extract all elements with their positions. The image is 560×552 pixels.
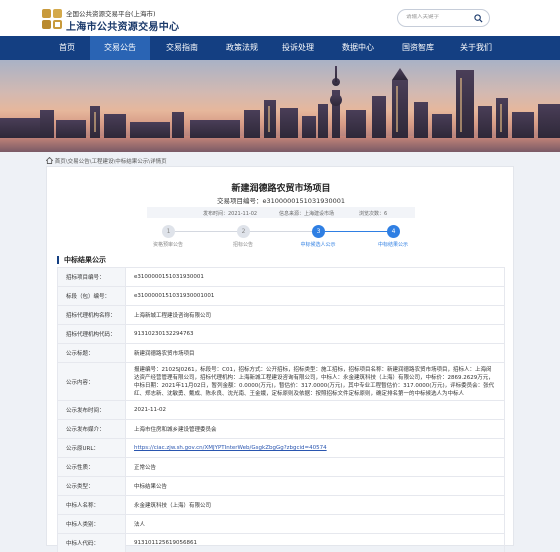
step-2-dot[interactable]: 2 — [237, 225, 250, 238]
table-row: 公示发布媒介： 上海市住房和城乡建设管理委员会 — [57, 419, 505, 439]
step-connector — [175, 231, 241, 232]
project-code: 交易项目编号：e3100000151031930001 — [216, 197, 346, 205]
step-1-label[interactable]: 资格预审公告 — [128, 241, 208, 248]
step-3-label[interactable]: 中标候选人公示 — [278, 241, 358, 248]
breadcrumb-text[interactable]: 首页\交易公告\工程建设\中标结果公示\详情页 — [55, 159, 167, 165]
search-box — [397, 9, 490, 27]
table-row: 中标人代码： 913101125619056861 — [57, 533, 505, 552]
search-icon[interactable] — [474, 14, 483, 23]
table-row: 公示发布时间： 2021-11-02 — [57, 400, 505, 420]
step-connector — [325, 231, 391, 232]
table-row: 标段（包）编号： e3100000151031930001001 — [57, 286, 505, 306]
row-key: 公示内容： — [57, 362, 126, 401]
table-row: 招标项目编号： e3100000151031930001 — [57, 267, 505, 287]
banner-image — [0, 60, 560, 152]
row-key: 公示类型： — [57, 476, 126, 496]
source-url-link[interactable]: https://ciac.zjw.sh.gov.cn/XMJYPTInterWe… — [125, 438, 505, 458]
result-table: 招标项目编号： e3100000151031930001 标段（包）编号： e3… — [57, 267, 505, 552]
skyline-illustration — [0, 66, 560, 152]
project-title: 新建润德路农贸市场项目 — [231, 184, 331, 194]
row-key: 中标人类别： — [57, 514, 126, 534]
nav-item-think-tank[interactable]: 国资智库 — [388, 36, 448, 60]
table-row: 公示内容： 报建编号：2102SJ0261，标段号：C01，招标方式：公开招标，… — [57, 362, 505, 401]
row-key: 招标项目编号： — [57, 267, 126, 287]
row-value: 2021-11-02 — [125, 400, 505, 420]
nav-item-about[interactable]: 关于我们 — [446, 36, 506, 60]
nav-item-home[interactable]: 首页 — [46, 36, 88, 60]
row-key: 招标代理机构代码： — [57, 324, 126, 344]
row-value: 上海市住房和城乡建设管理委员会 — [125, 419, 505, 439]
info-source: 信息来源：上海建设市场 — [279, 211, 335, 217]
search-input[interactable] — [406, 14, 470, 20]
logo-icon[interactable] — [42, 9, 62, 29]
main-nav: 首页 交易公告 交易指南 政策法规 投诉处理 数据中心 国资智库 关于我们 — [0, 36, 560, 60]
table-row: 中标人类别： 法人 — [57, 514, 505, 534]
table-row: 公示原URL： https://ciac.zjw.sh.gov.cn/XMJYP… — [57, 438, 505, 458]
row-key: 公示原URL： — [57, 438, 126, 458]
nav-item-policy[interactable]: 政策法规 — [212, 36, 272, 60]
platform-subtitle: 全国公共资源交易平台(上海市) — [66, 10, 156, 18]
row-key: 公示发布时间： — [57, 400, 126, 420]
meta-bar: 发布时间：2021-11-02 信息来源：上海建设市场 浏览次数：6 — [147, 207, 415, 218]
row-value: 913101125619056861 — [125, 533, 505, 552]
step-4-dot[interactable]: 4 — [387, 225, 400, 238]
row-key: 公示性质： — [57, 457, 126, 477]
row-value: 新建润德路农贸市场项目 — [125, 343, 505, 363]
view-count: 浏览次数：6 — [359, 211, 388, 217]
row-value: 正常公告 — [125, 457, 505, 477]
row-value: 报建编号：2102SJ0261，标段号：C01，招标方式：公开招标，招标类型：施… — [125, 362, 505, 401]
row-key: 标段（包）编号： — [57, 286, 126, 306]
step-2-label[interactable]: 招标公告 — [203, 241, 283, 248]
table-row: 招标代理机构代码： 91310230132294763 — [57, 324, 505, 344]
row-value: 永金建筑科技（上海）有限公司 — [125, 495, 505, 515]
row-key: 中标人代码： — [57, 533, 126, 552]
site-title[interactable]: 上海市公共资源交易中心 — [66, 18, 179, 33]
row-value: 上海新城工程建设咨询有限公司 — [125, 305, 505, 325]
row-value: e3100000151031930001001 — [125, 286, 505, 306]
detail-panel: 新建润德路农贸市场项目 交易项目编号：e3100000151031930001 … — [46, 166, 515, 552]
row-value: e3100000151031930001 — [125, 267, 505, 287]
row-key: 中标人名称： — [57, 495, 126, 515]
row-value: 中标结果公告 — [125, 476, 505, 496]
section-title: 中标结果公示 — [57, 256, 106, 264]
progress-steps: 1 2 3 4 资格预审公告 招标公告 中标候选人公示 中标结果公示 — [47, 225, 515, 253]
row-key: 公示发布媒介： — [57, 419, 126, 439]
nav-item-data-center[interactable]: 数据中心 — [328, 36, 388, 60]
breadcrumb: 首页\交易公告\工程建设\中标结果公示\详情页 — [46, 157, 167, 165]
site-header: 全国公共资源交易平台(上海市) 上海市公共资源交易中心 — [0, 0, 560, 36]
table-row: 招标代理机构名称： 上海新城工程建设咨询有限公司 — [57, 305, 505, 325]
nav-item-notices[interactable]: 交易公告 — [90, 36, 150, 60]
row-value: 法人 — [125, 514, 505, 534]
step-1-dot[interactable]: 1 — [162, 225, 175, 238]
nav-item-complaints[interactable]: 投诉处理 — [268, 36, 328, 60]
step-4-label[interactable]: 中标结果公示 — [353, 241, 433, 248]
table-row: 公示类型： 中标结果公告 — [57, 476, 505, 496]
row-value: 91310230132294763 — [125, 324, 505, 344]
table-row: 中标人名称： 永金建筑科技（上海）有限公司 — [57, 495, 505, 515]
table-row: 公示性质： 正常公告 — [57, 457, 505, 477]
row-key: 公示标题： — [57, 343, 126, 363]
home-icon[interactable] — [46, 157, 53, 164]
publish-time: 发布时间：2021-11-02 — [203, 211, 258, 217]
nav-item-guide[interactable]: 交易指南 — [152, 36, 212, 60]
row-key: 招标代理机构名称： — [57, 305, 126, 325]
step-connector — [250, 231, 316, 232]
step-3-dot[interactable]: 3 — [312, 225, 325, 238]
table-row: 公示标题： 新建润德路农贸市场项目 — [57, 343, 505, 363]
